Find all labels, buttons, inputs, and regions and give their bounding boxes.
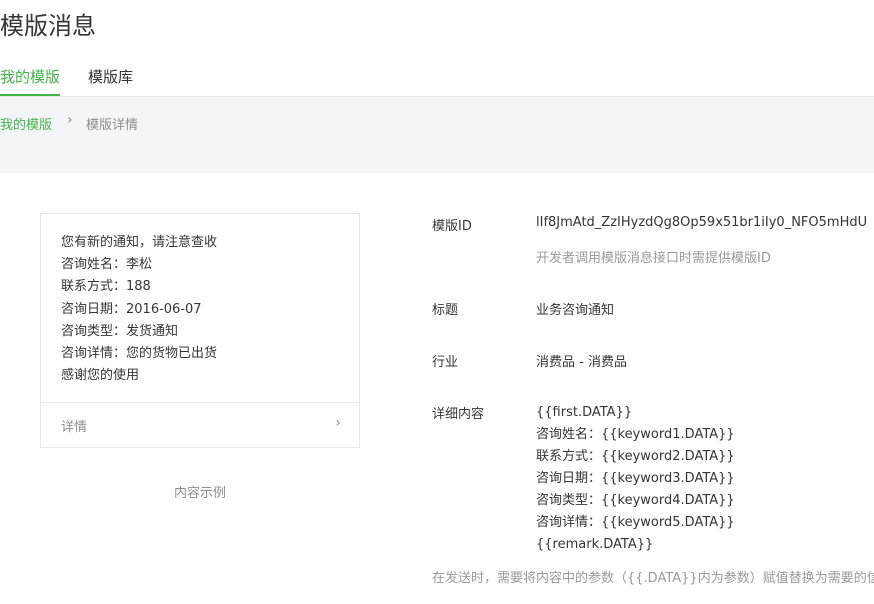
breadcrumb-link-my-templates[interactable]: 我的模版 xyxy=(0,114,52,133)
preview-caption: 内容示例 xyxy=(174,486,227,501)
content-line: {{remark.DATA}} xyxy=(536,537,654,552)
industry-label: 行业 xyxy=(432,355,459,370)
template-detail-page: 模版消息 我的模版 模版库 我的模版 › 模版详情 您有新的通知，请注意查收 咨… xyxy=(0,0,874,604)
content-line: 咨询详情：{{keyword5.DATA}} xyxy=(536,515,735,530)
title-value: 业务咨询通知 xyxy=(536,303,615,318)
breadcrumb: 我的模版 › 模版详情 xyxy=(0,97,874,173)
content-line: 咨询姓名：{{keyword1.DATA}} xyxy=(536,427,735,442)
preview-detail-link[interactable]: 详情 › xyxy=(41,402,359,447)
preview-content: 您有新的通知，请注意查收 咨询姓名：李松 联系方式：188 咨询日期：2016-… xyxy=(61,232,217,387)
template-id-tip: 开发者调用模版消息接口时需提供模版ID xyxy=(536,251,771,266)
preview-line: 感谢您的使用 xyxy=(61,368,140,384)
chevron-right-icon: › xyxy=(335,415,341,431)
preview-line: 联系方式：188 xyxy=(61,279,151,295)
preview-line: 咨询类型：发货通知 xyxy=(61,323,179,339)
breadcrumb-current: 模版详情 xyxy=(86,118,139,133)
content-label: 详细内容 xyxy=(432,407,485,422)
page-title: 模版消息 xyxy=(0,12,96,40)
content-line: 咨询日期：{{keyword3.DATA}} xyxy=(536,471,735,486)
content-line: 咨询类型：{{keyword4.DATA}} xyxy=(536,493,735,508)
detail-label: 详情 xyxy=(61,420,88,435)
tab-bar: 我的模版 模版库 xyxy=(0,56,874,97)
industry-value: 消费品 - 消费品 xyxy=(536,355,627,370)
content-line: 联系方式：{{keyword2.DATA}} xyxy=(536,449,735,464)
title-label: 标题 xyxy=(432,303,459,318)
preview-line: 您有新的通知，请注意查收 xyxy=(61,235,218,250)
content-line: {{first.DATA}} xyxy=(536,405,633,420)
content-template: {{first.DATA}} 咨询姓名：{{keyword1.DATA}} 联系… xyxy=(536,402,735,556)
parameter-tip: 在发送时，需要将内容中的参数（{{.DATA}}内为参数）赋值替换为需要的信息 xyxy=(432,571,874,586)
preview-line: 咨询姓名：李松 xyxy=(61,257,153,273)
tab-template-library[interactable]: 模版库 xyxy=(88,66,133,96)
tab-my-templates[interactable]: 我的模版 xyxy=(0,66,61,96)
template-id-label: 模版ID xyxy=(432,219,472,234)
preview-line: 咨询详情：您的货物已出货 xyxy=(61,346,218,362)
chevron-right-icon: › xyxy=(67,112,73,128)
preview-line: 咨询日期：2016-06-07 xyxy=(61,301,202,317)
template-id-value: lIf8JmAtd_ZzIHyzdQg8Op59x51br1iIy0_NFO5m… xyxy=(536,215,868,230)
preview-card: 您有新的通知，请注意查收 咨询姓名：李松 联系方式：188 咨询日期：2016-… xyxy=(40,213,360,448)
